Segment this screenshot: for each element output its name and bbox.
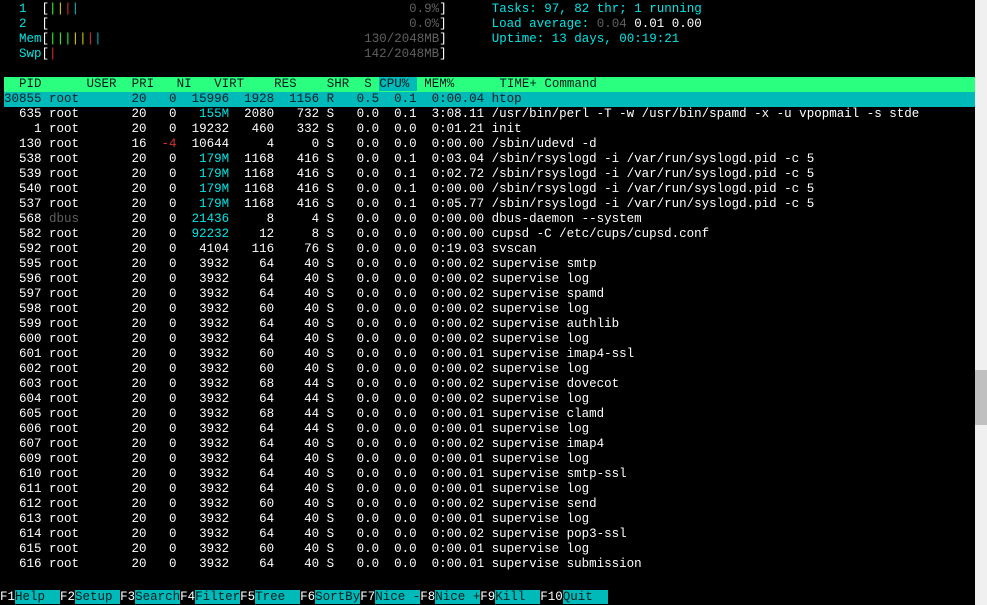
meters-block: 1 [|||| 0.9%] Tasks: 97, 82 thr; 1 runni… xyxy=(4,2,975,62)
process-row[interactable]: 611 root 20 0 3932 64 40 S 0.0 0.0 0:00.… xyxy=(4,482,975,497)
process-row[interactable]: 582 root 20 0 92232 12 8 S 0.0 0.0 0:00.… xyxy=(4,227,975,242)
col-time[interactable]: TIME+ xyxy=(469,77,537,91)
process-row[interactable]: 603 root 20 0 3932 68 44 S 0.0 0.0 0:00.… xyxy=(4,377,975,392)
col-shr[interactable]: SHR xyxy=(304,77,349,91)
process-row[interactable]: 538 root 20 0 179M 1168 416 S 0.0 0.1 0:… xyxy=(4,152,975,167)
scrollbar-thumb[interactable] xyxy=(975,370,987,425)
process-row[interactable]: 612 root 20 0 3932 60 40 S 0.0 0.0 0:00.… xyxy=(4,497,975,512)
process-row[interactable]: 30855 root 20 0 15996 1928 1156 R 0.5 0.… xyxy=(4,92,975,107)
function-key-bar[interactable]: F1Help F2Setup F3SearchF4FilterF5Tree F6… xyxy=(0,590,608,605)
fnlabel-quit[interactable]: Quit xyxy=(563,590,608,604)
fnlabel-setup[interactable]: Setup xyxy=(75,590,120,604)
process-table[interactable]: 30855 root 20 0 15996 1928 1156 R 0.5 0.… xyxy=(4,92,975,572)
fnlabel-search[interactable]: Search xyxy=(135,590,180,604)
process-row[interactable]: 130 root 16 -4 10644 4 0 S 0.0 0.0 0:00.… xyxy=(4,137,975,152)
process-row[interactable]: 592 root 20 0 4104 116 76 S 0.0 0.0 0:19… xyxy=(4,242,975,257)
col-s[interactable]: S xyxy=(357,77,372,91)
fnkey-f10: F10 xyxy=(540,590,563,604)
fnkey-f8: F8 xyxy=(420,590,435,604)
process-row[interactable]: 606 root 20 0 3932 64 44 S 0.0 0.0 0:00.… xyxy=(4,422,975,437)
process-row[interactable]: 601 root 20 0 3932 60 40 S 0.0 0.0 0:00.… xyxy=(4,347,975,362)
fnlabel-nice-[interactable]: Nice - xyxy=(375,590,420,604)
col-user[interactable]: USER xyxy=(49,77,117,91)
scrollbar-track[interactable] xyxy=(975,0,987,605)
fnkey-f6: F6 xyxy=(300,590,315,604)
process-row[interactable]: 607 root 20 0 3932 64 40 S 0.0 0.0 0:00.… xyxy=(4,437,975,452)
tasks-summary: Tasks: 97, 82 thr; 1 running xyxy=(492,2,702,16)
process-row[interactable]: 605 root 20 0 3932 68 44 S 0.0 0.0 0:00.… xyxy=(4,407,975,422)
col-command[interactable]: Command xyxy=(544,77,987,91)
col-pri[interactable]: PRI xyxy=(124,77,154,91)
fnkey-f3: F3 xyxy=(120,590,135,604)
process-row[interactable]: 540 root 20 0 179M 1168 416 S 0.0 0.1 0:… xyxy=(4,182,975,197)
col-mem[interactable]: MEM% xyxy=(424,77,462,91)
process-row[interactable]: 614 root 20 0 3932 64 40 S 0.0 0.0 0:00.… xyxy=(4,527,975,542)
loadavg-label: Load average: xyxy=(492,17,590,31)
process-row[interactable]: 602 root 20 0 3932 60 40 S 0.0 0.0 0:00.… xyxy=(4,362,975,377)
fnkey-f4: F4 xyxy=(180,590,195,604)
col-pid[interactable]: PID xyxy=(4,77,42,91)
fnlabel-tree[interactable]: Tree xyxy=(255,590,300,604)
fnkey-f2: F2 xyxy=(60,590,75,604)
uptime-label: Uptime: 13 days, 00:19:21 xyxy=(492,32,680,46)
fnlabel-help[interactable]: Help xyxy=(15,590,60,604)
process-row[interactable]: 537 root 20 0 179M 1168 416 S 0.0 0.1 0:… xyxy=(4,197,975,212)
process-row[interactable]: 596 root 20 0 3932 64 40 S 0.0 0.0 0:00.… xyxy=(4,272,975,287)
fnlabel-sortby[interactable]: SortBy xyxy=(315,590,360,604)
process-row[interactable]: 609 root 20 0 3932 64 40 S 0.0 0.0 0:00.… xyxy=(4,452,975,467)
process-row[interactable]: 599 root 20 0 3932 64 40 S 0.0 0.0 0:00.… xyxy=(4,317,975,332)
process-row[interactable]: 600 root 20 0 3932 64 40 S 0.0 0.0 0:00.… xyxy=(4,332,975,347)
htop-terminal[interactable]: 1 [|||| 0.9%] Tasks: 97, 82 thr; 1 runni… xyxy=(0,0,975,605)
col-cpu[interactable]: CPU% xyxy=(379,77,417,91)
process-row[interactable]: 539 root 20 0 179M 1168 416 S 0.0 0.1 0:… xyxy=(4,167,975,182)
process-row[interactable]: 615 root 20 0 3932 60 40 S 0.0 0.0 0:00.… xyxy=(4,542,975,557)
col-virt[interactable]: VIRT xyxy=(199,77,244,91)
process-row[interactable]: 616 root 20 0 3932 64 40 S 0.0 0.0 0:00.… xyxy=(4,557,975,572)
fnlabel-nice-[interactable]: Nice + xyxy=(435,590,480,604)
process-row[interactable]: 598 root 20 0 3932 60 40 S 0.0 0.0 0:00.… xyxy=(4,302,975,317)
fnkey-f7: F7 xyxy=(360,590,375,604)
process-row[interactable]: 610 root 20 0 3932 64 40 S 0.0 0.0 0:00.… xyxy=(4,467,975,482)
col-ni[interactable]: NI xyxy=(162,77,192,91)
fnkey-f9: F9 xyxy=(480,590,495,604)
fnkey-f1: F1 xyxy=(0,590,15,604)
fnlabel-filter[interactable]: Filter xyxy=(195,590,240,604)
fnlabel-kill[interactable]: Kill xyxy=(495,590,540,604)
process-row[interactable]: 1 root 20 0 19232 460 332 S 0.0 0.0 0:01… xyxy=(4,122,975,137)
process-row[interactable]: 604 root 20 0 3932 64 44 S 0.0 0.0 0:00.… xyxy=(4,392,975,407)
fnkey-f5: F5 xyxy=(240,590,255,604)
process-row[interactable]: 613 root 20 0 3932 64 40 S 0.0 0.0 0:00.… xyxy=(4,512,975,527)
process-table-header[interactable]: PID USER PRI NI VIRT RES SHR S CPU% MEM%… xyxy=(4,77,975,92)
process-row[interactable]: 597 root 20 0 3932 64 40 S 0.0 0.0 0:00.… xyxy=(4,287,975,302)
process-row[interactable]: 595 root 20 0 3932 64 40 S 0.0 0.0 0:00.… xyxy=(4,257,975,272)
process-row[interactable]: 635 root 20 0 155M 2080 732 S 0.0 0.1 3:… xyxy=(4,107,975,122)
process-row[interactable]: 568 dbus 20 0 21436 8 4 S 0.0 0.0 0:00.0… xyxy=(4,212,975,227)
col-res[interactable]: RES xyxy=(252,77,297,91)
